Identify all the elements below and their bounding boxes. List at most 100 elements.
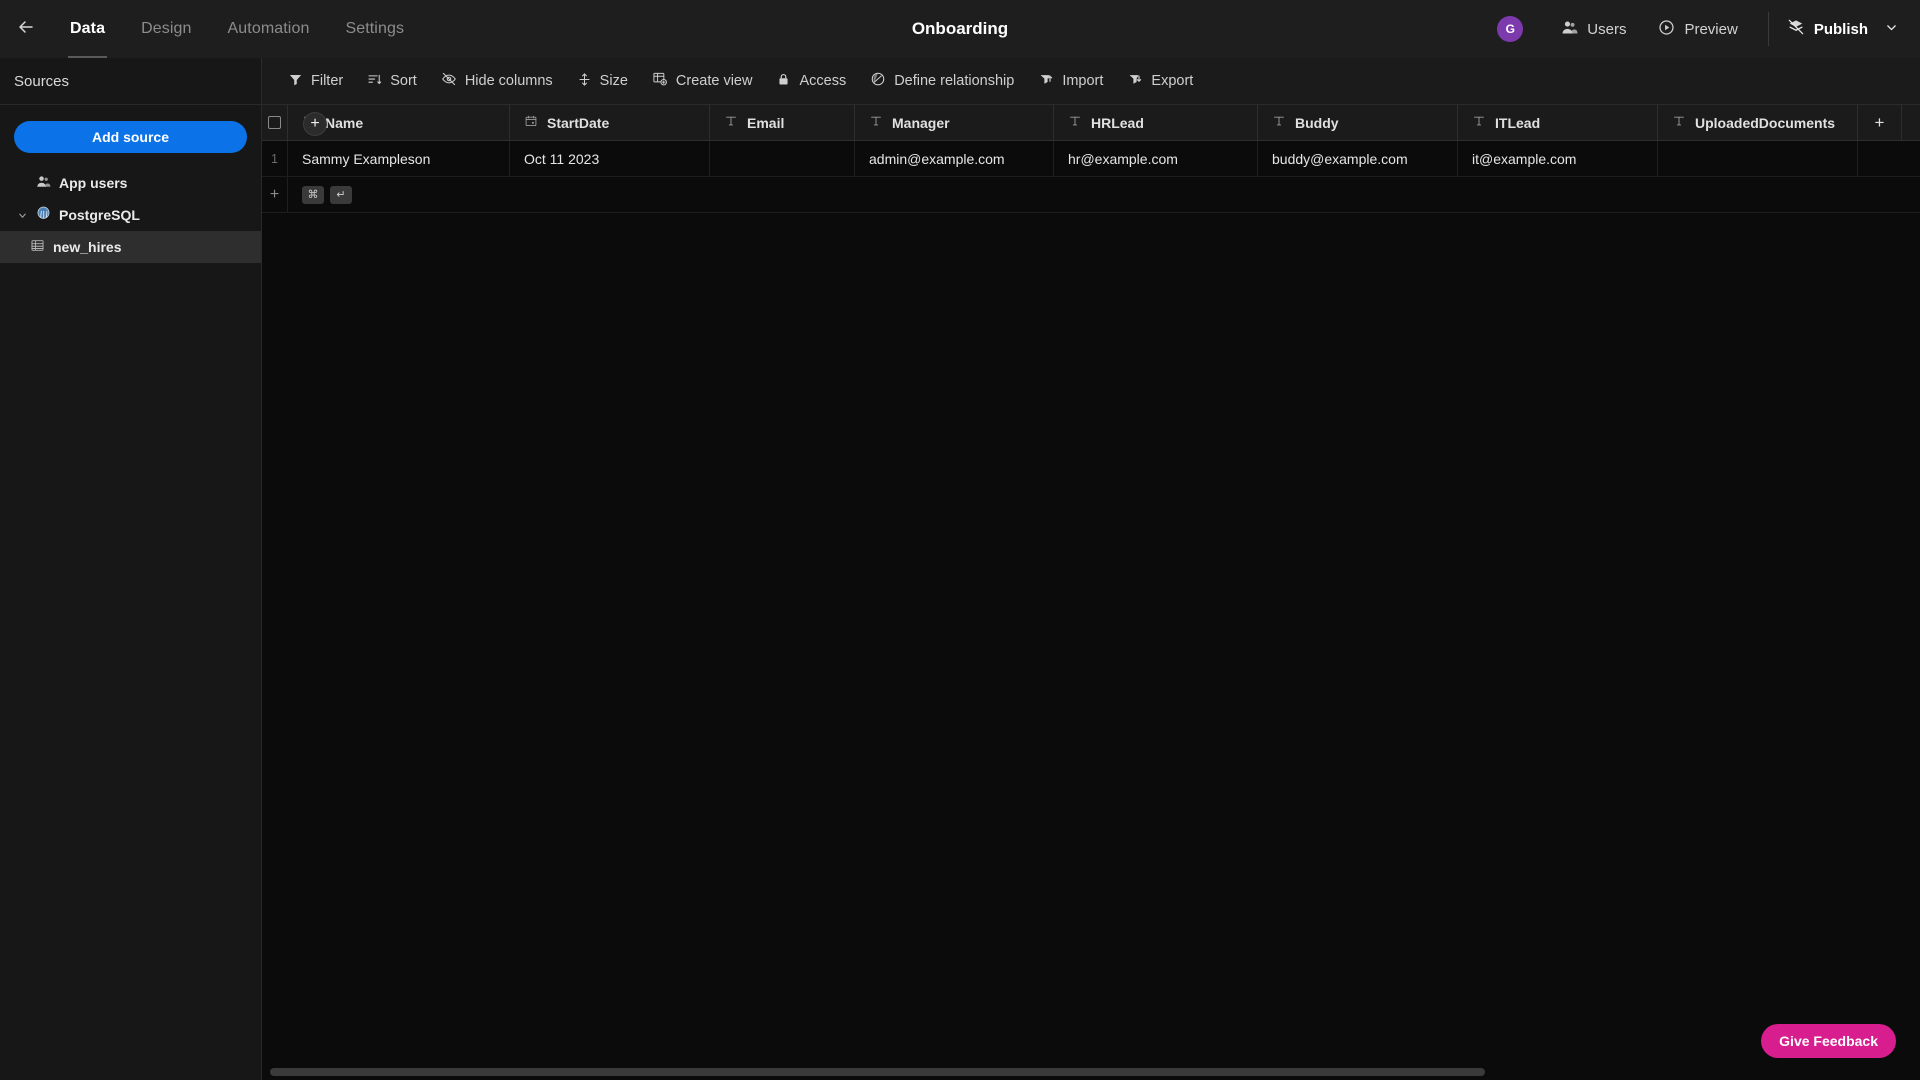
filter-button[interactable]: Filter [278, 66, 353, 97]
relationship-icon [870, 71, 886, 91]
publish-off-icon [1787, 18, 1805, 40]
toolbar-label: Sort [390, 73, 417, 89]
column-header-email[interactable]: Email [710, 105, 855, 140]
toolbar-label: Define relationship [894, 73, 1015, 89]
export-icon [1127, 71, 1143, 91]
column-header-startdate[interactable]: StartDate [510, 105, 710, 140]
nav-tab-label: Automation [227, 20, 310, 37]
export-button[interactable]: Export [1117, 66, 1203, 97]
lock-icon [776, 72, 791, 91]
hide-columns-button[interactable]: Hide columns [431, 66, 563, 97]
users-icon [36, 174, 51, 192]
add-row-plus-button[interactable]: + [262, 177, 288, 212]
column-header-itlead[interactable]: ITLead [1458, 105, 1658, 140]
toolbar-label: Size [599, 73, 628, 89]
toolbar-label: Import [1062, 73, 1104, 89]
column-header-label: StartDate [547, 114, 610, 131]
cell-startdate[interactable]: Oct 11 2023 [510, 141, 710, 176]
sidebar-item-label: App users [59, 175, 128, 191]
column-header-uploadeddocuments[interactable]: UploadedDocuments [1658, 105, 1858, 140]
select-all-checkbox[interactable] [268, 116, 281, 129]
column-header-hrlead[interactable]: HRLead [1054, 105, 1258, 140]
text-type-icon [1472, 114, 1486, 131]
toolbar-label: Export [1151, 73, 1194, 89]
sources-heading: Sources [0, 58, 261, 105]
play-circle-icon [1658, 19, 1675, 40]
chevron-down-icon[interactable] [1885, 21, 1898, 38]
toolbar-label: Access [799, 73, 847, 89]
column-header-manager[interactable]: Manager [855, 105, 1054, 140]
cell-hrlead[interactable]: hr@example.com [1054, 141, 1258, 176]
plus-icon: + [1874, 112, 1885, 132]
import-button[interactable]: Import [1028, 66, 1113, 97]
horizontal-scrollbar-thumb[interactable] [270, 1068, 1485, 1076]
cell-uploadeddocuments[interactable] [1658, 141, 1858, 176]
cell-name[interactable]: Sammy Exampleson [288, 141, 510, 176]
sidebar-item-label: PostgreSQL [59, 207, 140, 223]
add-source-button[interactable]: Add source [14, 121, 247, 153]
grid-toolbar: Filter Sort Hide columns Size Create vie… [262, 58, 1920, 105]
column-header-label: UploadedDocuments [1695, 114, 1836, 131]
nav-tab-data[interactable]: Data [52, 0, 123, 58]
toolbar-label: Create view [675, 73, 753, 89]
enter-key-badge: ↵ [330, 185, 352, 204]
top-bar: Data Design Automation Settings Onboardi… [0, 0, 1920, 58]
cell-buddy[interactable]: buddy@example.com [1258, 141, 1458, 176]
data-grid: + Name StartDate Email Manager HRLead Bu… [262, 105, 1920, 1080]
cell-itlead[interactable]: it@example.com [1458, 141, 1658, 176]
add-column-button[interactable]: + [1858, 105, 1902, 140]
nav-tab-automation[interactable]: Automation [210, 0, 328, 58]
column-header-buddy[interactable]: Buddy [1258, 105, 1458, 140]
column-header-label: ITLead [1495, 114, 1541, 131]
command-key-badge: ⌘ [302, 185, 324, 204]
row-tail [1858, 141, 1920, 176]
publish-button[interactable]: Publish [1783, 18, 1898, 40]
sidebar-item-app-users[interactable]: App users [0, 167, 261, 199]
column-header-label: Buddy [1295, 114, 1339, 131]
preview-button[interactable]: Preview [1642, 12, 1753, 46]
row-height-icon [577, 72, 592, 91]
nav-tab-label: Data [70, 20, 106, 37]
nav-tab-label: Settings [345, 20, 405, 37]
horizontal-scrollbar-track[interactable] [262, 1064, 1920, 1080]
column-header-label: Name [325, 114, 364, 131]
filter-icon [288, 72, 303, 91]
sidebar-item-new-hires[interactable]: new_hires [0, 231, 261, 263]
add-row-shortcut: ⌘ ↵ [288, 177, 352, 212]
chevron-down-icon[interactable] [16, 210, 28, 221]
table-row[interactable]: 1 Sammy Exampleson Oct 11 2023 admin@exa… [262, 141, 1920, 177]
sidebar-item-postgresql[interactable]: PostgreSQL [0, 199, 261, 231]
cell-manager[interactable]: admin@example.com [855, 141, 1054, 176]
text-type-icon [869, 114, 883, 131]
row-number: 1 [262, 141, 288, 176]
text-type-icon [724, 114, 738, 131]
text-type-icon [1068, 114, 1082, 131]
back-button[interactable] [0, 0, 52, 58]
give-feedback-button[interactable]: Give Feedback [1761, 1024, 1896, 1058]
define-relationship-button[interactable]: Define relationship [860, 66, 1024, 97]
text-type-icon [1272, 114, 1286, 131]
size-button[interactable]: Size [567, 66, 638, 97]
toolbar-label: Hide columns [464, 73, 553, 89]
nav-tab-settings[interactable]: Settings [327, 0, 422, 58]
grid-header-row: Name StartDate Email Manager HRLead Budd… [262, 105, 1920, 141]
nav-tab-label: Design [141, 20, 192, 37]
column-header-label: HRLead [1091, 114, 1144, 131]
nav-tab-design[interactable]: Design [123, 0, 209, 58]
select-all-header[interactable] [262, 105, 288, 140]
top-bar-right: G Users Preview Publish [1497, 0, 1920, 58]
avatar[interactable]: G [1497, 16, 1524, 42]
add-row[interactable]: + ⌘ ↵ [262, 177, 1920, 213]
cell-email[interactable] [710, 141, 855, 176]
column-header-label: Email [747, 114, 785, 131]
users-button[interactable]: Users [1545, 12, 1642, 46]
sort-button[interactable]: Sort [357, 66, 427, 97]
toolbar-divider [1767, 12, 1769, 46]
date-type-icon [524, 114, 538, 131]
publish-label: Publish [1813, 20, 1868, 38]
access-button[interactable]: Access [766, 66, 856, 97]
insert-row-button[interactable]: + [303, 112, 327, 136]
create-view-button[interactable]: Create view [642, 66, 763, 97]
column-header-label: Manager [892, 114, 950, 131]
